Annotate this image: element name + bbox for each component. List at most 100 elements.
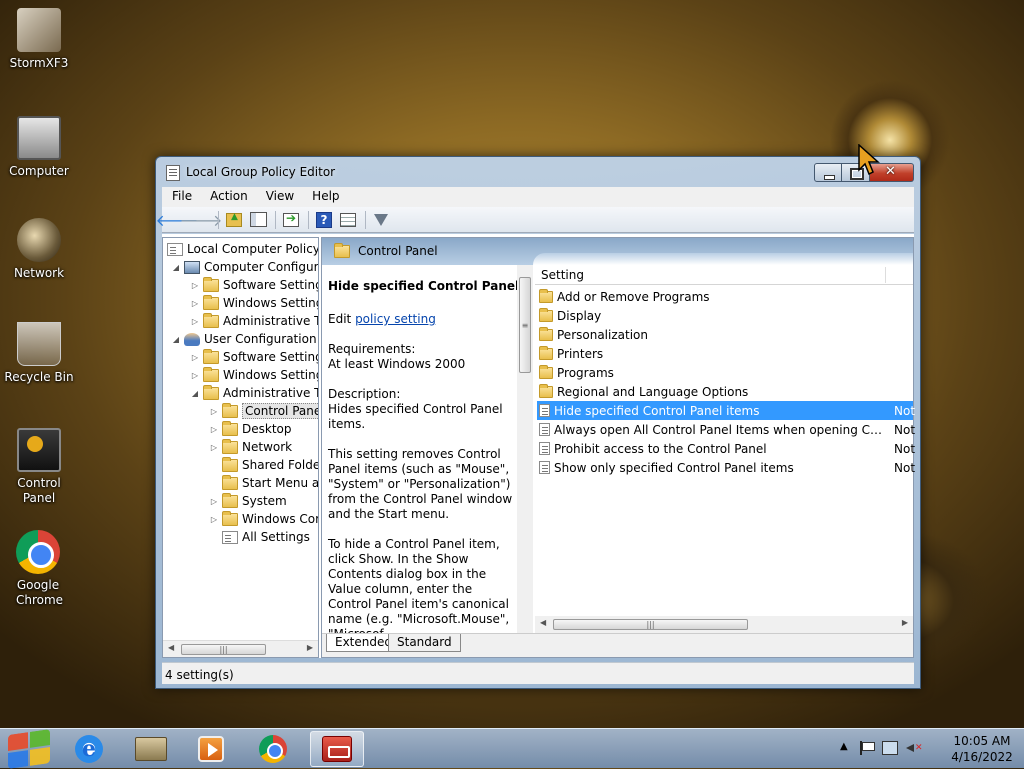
taskbar-windows-explorer[interactable] bbox=[124, 731, 178, 767]
tree-item-software-settings[interactable]: ▷ Software Settings bbox=[190, 276, 319, 294]
list-item[interactable]: Display bbox=[537, 306, 913, 325]
toolbar-separator bbox=[308, 210, 309, 229]
windows-explorer-icon bbox=[135, 737, 167, 761]
tree-item-system[interactable]: ▷ System bbox=[209, 492, 287, 510]
list-item[interactable]: Prohibit access to the Control Panel Not bbox=[537, 439, 915, 458]
expand-arrow-icon[interactable]: ▷ bbox=[190, 317, 200, 326]
network-tray-icon[interactable] bbox=[882, 741, 898, 755]
scroll-right-icon[interactable]: ▶ bbox=[902, 618, 908, 627]
list-item-name: Always open All Control Panel Items when… bbox=[554, 422, 887, 437]
taskbar-media-player[interactable] bbox=[184, 731, 238, 767]
scrollbar-thumb[interactable]: ≡ bbox=[519, 277, 531, 373]
tree-item-all-settings[interactable]: All Settings bbox=[209, 528, 310, 546]
folder-icon bbox=[539, 364, 553, 379]
extended-vertical-scrollbar[interactable]: ≡ bbox=[517, 265, 533, 633]
scrollbar-thumb[interactable]: ||| bbox=[553, 619, 748, 630]
list-item[interactable]: Always open All Control Panel Items when… bbox=[537, 420, 915, 439]
list-item[interactable]: Show only specified Control Panel items … bbox=[537, 458, 915, 477]
filter-button[interactable] bbox=[370, 210, 392, 230]
expand-arrow-icon[interactable]: ▷ bbox=[190, 353, 200, 362]
menu-help[interactable]: Help bbox=[302, 187, 347, 207]
tree-item-local-computer-policy[interactable]: Local Computer Policy bbox=[167, 240, 318, 258]
scroll-right-icon[interactable]: ▶ bbox=[307, 643, 313, 652]
details-pane: Control Panel Hide specified Control Pan… bbox=[321, 237, 915, 658]
menu-view[interactable]: View bbox=[256, 187, 302, 207]
edit-policy-setting-link[interactable]: policy setting bbox=[355, 312, 436, 326]
properties-button[interactable] bbox=[337, 210, 359, 230]
taskbar-internet-explorer[interactable] bbox=[62, 731, 116, 767]
minimize-button[interactable] bbox=[814, 163, 842, 182]
list-item-selected[interactable]: Hide specified Control Panel items Not bbox=[537, 401, 915, 420]
collapse-arrow-icon[interactable]: ◢ bbox=[190, 389, 200, 398]
forward-arrow-icon[interactable]: 🡒 bbox=[180, 210, 223, 230]
expand-arrow-icon[interactable]: ▷ bbox=[209, 443, 219, 452]
tree-horizontal-scrollbar[interactable]: ◀ ||| ▶ bbox=[163, 640, 318, 657]
desktop-icon-computer[interactable]: Computer bbox=[0, 116, 78, 179]
show-hidden-icons-button[interactable]: ▲ bbox=[840, 741, 848, 752]
menu-action[interactable]: Action bbox=[200, 187, 256, 207]
desktop-icon-recycle-bin[interactable]: Recycle Bin bbox=[0, 322, 78, 385]
list-item[interactable]: Programs bbox=[537, 363, 913, 382]
tree-item-user-configuration[interactable]: ◢ User Configuration bbox=[171, 330, 317, 348]
list-item[interactable]: Personalization bbox=[537, 325, 913, 344]
list-item[interactable]: Printers bbox=[537, 344, 913, 363]
taskbar-group-policy-editor[interactable] bbox=[310, 731, 364, 767]
scroll-left-icon[interactable]: ◀ bbox=[168, 643, 174, 652]
tree-item-windows-components[interactable]: ▷ Windows Cor bbox=[209, 510, 318, 528]
folder-icon bbox=[222, 492, 238, 508]
expand-arrow-icon[interactable]: ▷ bbox=[209, 497, 219, 506]
expand-arrow-icon[interactable]: ▷ bbox=[190, 371, 200, 380]
list-item-name: Add or Remove Programs bbox=[557, 289, 710, 304]
expand-arrow-icon[interactable]: ▷ bbox=[209, 515, 219, 524]
scroll-left-icon[interactable]: ◀ bbox=[540, 618, 546, 627]
desktop-icon-stormxf3[interactable]: StormXF3 bbox=[0, 8, 78, 71]
up-one-level-button[interactable] bbox=[223, 210, 245, 230]
taskbar-chrome[interactable] bbox=[246, 731, 300, 767]
list-item[interactable]: Regional and Language Options bbox=[537, 382, 913, 401]
export-icon bbox=[283, 211, 299, 227]
tree-item-shared-folders[interactable]: Shared Folder bbox=[209, 456, 318, 474]
tab-standard[interactable]: Standard bbox=[388, 634, 461, 652]
tree-item-administrative-templates[interactable]: ◢ Administrative Te bbox=[190, 384, 318, 402]
export-list-button[interactable] bbox=[280, 210, 302, 230]
folder-icon bbox=[203, 348, 219, 364]
volume-muted-icon[interactable] bbox=[906, 741, 923, 755]
expand-arrow-icon[interactable]: ▷ bbox=[190, 281, 200, 290]
column-separator[interactable] bbox=[885, 267, 886, 283]
tree-item-administrative-templates[interactable]: ▷ Administrative Te bbox=[190, 312, 318, 330]
start-button[interactable] bbox=[2, 729, 56, 769]
show-hide-tree-button[interactable] bbox=[247, 210, 269, 230]
tree-item-windows-settings[interactable]: ▷ Windows Setting bbox=[190, 294, 318, 312]
status-bar: 4 setting(s) bbox=[162, 662, 914, 684]
tree-item-desktop[interactable]: ▷ Desktop bbox=[209, 420, 292, 438]
tree-item-start-menu[interactable]: Start Menu ar bbox=[209, 474, 318, 492]
menu-file[interactable]: File bbox=[162, 187, 200, 207]
help-button[interactable]: ? bbox=[313, 210, 335, 230]
tree-item-label: User Configuration bbox=[204, 332, 317, 346]
folder-icon bbox=[222, 510, 238, 526]
expand-arrow-icon[interactable]: ▷ bbox=[209, 425, 219, 434]
tree-item-label: Software Settings bbox=[223, 278, 319, 292]
tree-item-label: Network bbox=[242, 440, 293, 454]
desktop-icon-control-panel[interactable]: Control Panel bbox=[0, 428, 78, 506]
tree-item-windows-settings[interactable]: ▷ Windows Setting bbox=[190, 366, 319, 384]
desktop-icon-chrome[interactable]: Google Chrome bbox=[0, 530, 76, 608]
scrollbar-thumb[interactable]: ||| bbox=[181, 644, 266, 655]
list-horizontal-scrollbar[interactable]: ◀ ||| ▶ bbox=[535, 616, 913, 633]
policy-icon bbox=[167, 242, 183, 256]
action-center-flag-icon[interactable] bbox=[860, 741, 875, 755]
title-bar[interactable]: Local Group Policy Editor bbox=[156, 157, 920, 187]
clock[interactable]: 10:05 AM 4/16/2022 bbox=[942, 733, 1022, 765]
desktop-icon-network[interactable]: Network bbox=[0, 218, 78, 281]
collapse-arrow-icon[interactable]: ◢ bbox=[171, 263, 181, 272]
expand-arrow-icon[interactable]: ▷ bbox=[209, 407, 219, 416]
tree-item-software-settings[interactable]: ▷ Software Settings bbox=[190, 348, 318, 366]
tree-item-computer-configuration[interactable]: ◢ Computer Configura bbox=[171, 258, 318, 276]
column-header-setting[interactable]: Setting bbox=[541, 268, 584, 282]
list-item[interactable]: Add or Remove Programs bbox=[537, 287, 913, 306]
tree-item-control-panel[interactable]: ▷ Control Panel bbox=[209, 402, 318, 420]
expand-arrow-icon[interactable]: ▷ bbox=[190, 299, 200, 308]
tree-item-network[interactable]: ▷ Network bbox=[209, 438, 292, 456]
tree-item-label: Windows Setting bbox=[223, 368, 319, 382]
collapse-arrow-icon[interactable]: ◢ bbox=[171, 335, 181, 344]
